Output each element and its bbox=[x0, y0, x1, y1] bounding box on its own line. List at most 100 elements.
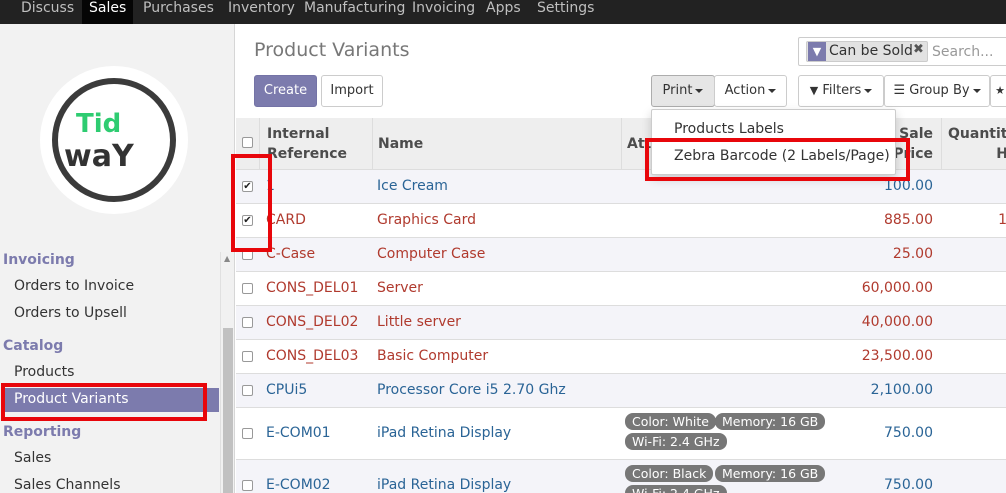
cell-quantity: 0 bbox=[956, 348, 1006, 364]
table-row[interactable]: C-Case Computer Case 25.00 0 bbox=[236, 238, 1006, 272]
nav-invoicing[interactable]: Invoicing bbox=[405, 0, 482, 24]
row-checkbox[interactable] bbox=[242, 283, 253, 294]
cell-name: Graphics Card bbox=[377, 212, 477, 228]
sidebar: Tid waY Invoicing Orders to Invoice Orde… bbox=[0, 24, 235, 493]
table-row[interactable]: E-COM02iPad Retina Display750.000Color: … bbox=[236, 460, 1006, 493]
table-row[interactable]: CONS_DEL03 Basic Computer 23,500.00 0 bbox=[236, 340, 1006, 374]
table-row[interactable]: E-COM01iPad Retina Display750.000Color: … bbox=[236, 408, 1006, 460]
cell-quantity: 0 bbox=[956, 425, 1006, 441]
sidebar-section-reporting: Reporting bbox=[3, 424, 82, 440]
sidebar-item-sales[interactable]: Sales bbox=[14, 450, 51, 466]
cell-quantity: 0 bbox=[956, 246, 1006, 262]
caret-down-icon bbox=[972, 88, 981, 93]
table-row[interactable]: CONS_DEL01 Server 60,000.00 0 bbox=[236, 272, 1006, 306]
cell-sale-price: 60,000.00 bbox=[861, 280, 933, 296]
cell-quantity: 0 bbox=[956, 314, 1006, 330]
import-button[interactable]: Import bbox=[321, 75, 383, 107]
action-button[interactable]: Action bbox=[714, 75, 787, 107]
caret-down-icon bbox=[695, 88, 704, 93]
nav-manufacturing[interactable]: Manufacturing bbox=[297, 0, 412, 24]
cell-name: Computer Case bbox=[377, 246, 486, 262]
sidebar-item-sales-channels[interactable]: Sales Channels bbox=[14, 477, 120, 493]
nav-sales[interactable]: Sales bbox=[82, 0, 134, 24]
attribute-tag: Memory: 16 GB bbox=[715, 465, 826, 482]
favorites-button[interactable]: ★ bbox=[990, 75, 1006, 107]
cell-name: iPad Retina Display bbox=[377, 425, 512, 441]
cell-name: iPad Retina Display bbox=[377, 477, 512, 493]
table-row[interactable]: ✔CARDGraphics Card885.0016 bbox=[236, 204, 1006, 238]
scroll-up-icon[interactable]: ▲ bbox=[224, 254, 230, 263]
highlight-product-variants bbox=[1, 383, 207, 421]
cell-internal-reference: E-COM01 bbox=[266, 425, 331, 441]
row-checkbox[interactable] bbox=[242, 480, 253, 491]
filter-icon: ▼ bbox=[808, 42, 826, 61]
remove-facet-icon[interactable]: ✖ bbox=[913, 42, 924, 57]
select-all-checkbox[interactable] bbox=[242, 137, 253, 148]
attribute-tag: Wi-Fi: 2.4 GHz bbox=[625, 485, 727, 493]
nav-settings[interactable]: Settings bbox=[530, 0, 601, 24]
logo-text-bottom: waY bbox=[64, 139, 135, 174]
row-checkbox[interactable] bbox=[242, 317, 253, 328]
menu-item-products-labels[interactable]: Products Labels bbox=[674, 121, 784, 137]
table-row[interactable]: CONS_DEL02 Little server 40,000.00 0 bbox=[236, 306, 1006, 340]
highlight-zebra-barcode bbox=[645, 138, 910, 181]
page-title: Product Variants bbox=[254, 39, 410, 61]
cell-name: Little server bbox=[377, 314, 461, 330]
group-by-button[interactable]: ☰ Group By bbox=[884, 75, 990, 107]
cell-name: Ice Cream bbox=[377, 178, 448, 194]
search-input[interactable]: Search... bbox=[932, 44, 993, 60]
header-internal-reference[interactable]: Internal Reference bbox=[267, 124, 347, 164]
cell-quantity: 0 bbox=[956, 178, 1006, 194]
row-checkbox[interactable] bbox=[242, 351, 253, 362]
group-by-label: Group By bbox=[909, 83, 970, 98]
attribute-tag: Color: Black bbox=[625, 465, 714, 482]
star-icon: ★ bbox=[995, 84, 1005, 97]
action-label: Action bbox=[724, 83, 766, 98]
header-quantity[interactable]: Quantity H bbox=[948, 124, 1006, 164]
filters-label: Filters bbox=[822, 83, 862, 98]
tidway-logo-icon: Tid waY bbox=[64, 109, 135, 174]
cell-internal-reference: CONS_DEL03 bbox=[266, 348, 359, 364]
cell-name: Basic Computer bbox=[377, 348, 489, 364]
caret-down-icon bbox=[864, 88, 873, 93]
highlight-checkboxes bbox=[231, 154, 272, 252]
cell-internal-reference: CONS_DEL01 bbox=[266, 280, 359, 296]
column-separator bbox=[941, 118, 942, 170]
attribute-tag: Memory: 16 GB bbox=[715, 413, 826, 430]
table-row[interactable]: CPUi5 Processor Core i5 2.70 Ghz 2,100.00 0 bbox=[236, 374, 1006, 408]
print-label: Print bbox=[662, 83, 693, 98]
sidebar-item-orders-to-invoice[interactable]: Orders to Invoice bbox=[14, 278, 134, 294]
cell-quantity: 0 bbox=[956, 280, 1006, 296]
list-icon: ☰ bbox=[893, 83, 906, 98]
filters-button[interactable]: ▼ Filters bbox=[798, 75, 884, 107]
cell-sale-price: 885.00 bbox=[884, 212, 933, 228]
header-name[interactable]: Name bbox=[378, 134, 423, 154]
search-facet-label: Can be Sold bbox=[829, 43, 913, 59]
sidebar-item-products[interactable]: Products bbox=[14, 364, 74, 380]
cell-name: Server bbox=[377, 280, 423, 296]
nav-purchases[interactable]: Purchases bbox=[136, 0, 221, 24]
row-checkbox[interactable] bbox=[242, 428, 253, 439]
scrollbar-thumb[interactable] bbox=[223, 328, 233, 493]
cell-sale-price: 25.00 bbox=[892, 246, 933, 262]
nav-inventory[interactable]: Inventory bbox=[221, 0, 302, 24]
create-button[interactable]: Create bbox=[254, 75, 317, 107]
row-checkbox[interactable] bbox=[242, 385, 253, 396]
logo-text-top: Tid bbox=[76, 109, 121, 139]
cell-internal-reference: CONS_DEL02 bbox=[266, 314, 359, 330]
sidebar-scrollbar[interactable]: ▲ bbox=[220, 252, 234, 493]
cell-internal-reference: C-Case bbox=[266, 246, 316, 262]
sidebar-section-catalog: Catalog bbox=[3, 338, 64, 354]
search-facet: ▼ Can be Sold ✖ bbox=[806, 41, 928, 62]
nav-discuss[interactable]: Discuss bbox=[14, 0, 81, 24]
print-button[interactable]: Print bbox=[651, 75, 715, 107]
caret-down-icon bbox=[768, 88, 777, 93]
cell-quantity: 16 bbox=[998, 212, 1006, 228]
cell-quantity: 0 bbox=[956, 477, 1006, 493]
header-line: Reference bbox=[267, 146, 348, 162]
header-line: Internal bbox=[267, 126, 330, 142]
nav-apps[interactable]: Apps bbox=[479, 0, 528, 24]
cell-sale-price: 23,500.00 bbox=[861, 348, 933, 364]
attribute-tag: Wi-Fi: 2.4 GHz bbox=[625, 433, 727, 450]
sidebar-item-orders-to-upsell[interactable]: Orders to Upsell bbox=[14, 305, 127, 321]
